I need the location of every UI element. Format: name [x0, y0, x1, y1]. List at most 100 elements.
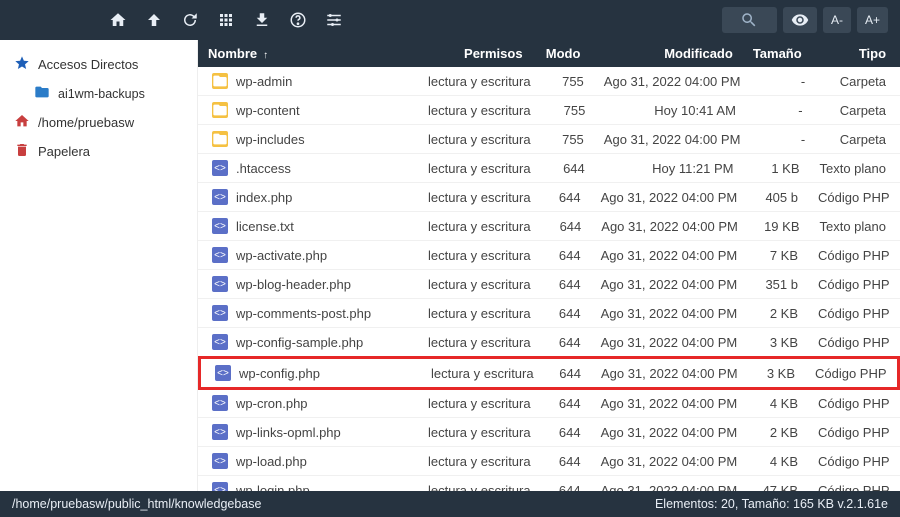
download-button[interactable] — [246, 4, 278, 36]
table-row[interactable]: <>wp-comments-post.phplectura y escritur… — [198, 299, 900, 328]
sidebar-item-1[interactable]: ai1wm-backups — [0, 79, 197, 108]
header-modified[interactable]: Modificado — [590, 40, 742, 67]
settings-button[interactable] — [318, 4, 350, 36]
file-size: 4 KB — [747, 390, 808, 417]
file-size: 7 KB — [747, 242, 808, 269]
file-size: 4 KB — [747, 448, 808, 475]
table-row[interactable]: <>wp-config.phplectura y escritura644Ago… — [198, 356, 900, 390]
file-mode: 755 — [538, 126, 594, 153]
folder-icon — [212, 73, 228, 89]
header-type[interactable]: Tipo — [812, 40, 900, 67]
file-mode: 644 — [538, 448, 591, 475]
sidebar-item-label: Accesos Directos — [38, 57, 138, 72]
file-perm: lectura y escritura — [418, 242, 538, 269]
file-type: Código PHP — [805, 360, 897, 387]
file-perm: lectura y escritura — [418, 390, 538, 417]
php-file-icon: <> — [212, 424, 228, 440]
file-mode: 644 — [541, 360, 591, 387]
file-listing: Nombre↑ Permisos Modo Modificado Tamaño … — [198, 40, 900, 491]
table-row[interactable]: wp-contentlectura y escritura755Hoy 10:4… — [198, 96, 900, 125]
file-mode: 755 — [538, 68, 594, 95]
home-button[interactable] — [102, 4, 134, 36]
table-row[interactable]: <>wp-login.phplectura y escritura644Ago … — [198, 476, 900, 491]
table-row[interactable]: <>index.phplectura y escritura644Ago 31,… — [198, 183, 900, 212]
file-perm: lectura y escritura — [418, 97, 538, 124]
sidebar-item-2[interactable]: /home/pruebasw — [0, 108, 197, 137]
star-icon — [14, 55, 30, 74]
file-type: Código PHP — [808, 390, 900, 417]
file-type: Carpeta — [815, 126, 900, 153]
status-info: Elementos: 20, Tamaño: 165 KB v.2.1.61e — [655, 497, 888, 511]
reload-button[interactable] — [174, 4, 206, 36]
file-name: wp-config.php — [239, 366, 320, 381]
php-file-icon: <> — [212, 334, 228, 350]
file-type: Código PHP — [808, 329, 900, 356]
file-size: 47 KB — [747, 477, 808, 492]
file-size: - — [750, 126, 815, 153]
toolbar: A- A+ — [0, 0, 900, 40]
sidebar-item-label: Papelera — [38, 144, 90, 159]
file-type: Código PHP — [808, 242, 900, 269]
file-modified: Hoy 11:21 PM — [595, 155, 744, 182]
table-row[interactable]: <>license.txtlectura y escritura644Ago 3… — [198, 212, 900, 241]
php-file-icon: <> — [212, 247, 228, 263]
search-input[interactable] — [722, 7, 777, 33]
file-perm: lectura y escritura — [418, 126, 538, 153]
home-icon — [14, 113, 30, 132]
sidebar-item-label: /home/pruebasw — [38, 115, 134, 130]
up-button[interactable] — [138, 4, 170, 36]
file-name: .htaccess — [236, 161, 291, 176]
file-modified: Ago 31, 2022 04:00 PM — [591, 184, 748, 211]
file-name: wp-load.php — [236, 454, 307, 469]
table-row[interactable]: <>wp-blog-header.phplectura y escritura6… — [198, 270, 900, 299]
file-size: 2 KB — [747, 419, 808, 446]
sidebar-item-0[interactable]: Accesos Directos — [0, 50, 197, 79]
file-modified: Ago 31, 2022 04:00 PM — [591, 390, 748, 417]
file-name: wp-blog-header.php — [236, 277, 351, 292]
header-mode[interactable]: Modo — [533, 40, 591, 67]
file-modified: Ago 31, 2022 04:00 PM — [591, 329, 748, 356]
table-row[interactable]: <>wp-links-opml.phplectura y escritura64… — [198, 418, 900, 447]
file-type: Código PHP — [808, 300, 900, 327]
file-name: wp-admin — [236, 74, 292, 89]
file-size: 3 KB — [747, 329, 808, 356]
sidebar-item-label: ai1wm-backups — [58, 87, 145, 101]
file-type: Código PHP — [808, 184, 900, 211]
table-row[interactable]: <>.htaccesslectura y escritura644Hoy 11:… — [198, 154, 900, 183]
file-perm: lectura y escritura — [418, 419, 538, 446]
grid-view-button[interactable] — [210, 4, 242, 36]
file-modified: Hoy 10:41 AM — [595, 97, 746, 124]
php-file-icon: <> — [212, 276, 228, 292]
file-mode: 644 — [538, 300, 591, 327]
file-name: wp-links-opml.php — [236, 425, 341, 440]
header-name[interactable]: Nombre↑ — [198, 40, 418, 67]
file-type: Texto plano — [810, 155, 900, 182]
file-name: wp-activate.php — [236, 248, 327, 263]
font-decrease-button[interactable]: A- — [823, 7, 851, 33]
font-increase-button[interactable]: A+ — [857, 7, 888, 33]
table-row[interactable]: wp-includeslectura y escritura755Ago 31,… — [198, 125, 900, 154]
table-row[interactable]: <>wp-load.phplectura y escritura644Ago 3… — [198, 447, 900, 476]
file-name: wp-cron.php — [236, 396, 308, 411]
sidebar-item-3[interactable]: Papelera — [0, 137, 197, 166]
file-name: index.php — [236, 190, 292, 205]
visibility-toggle[interactable] — [783, 7, 817, 33]
folder-icon — [212, 131, 228, 147]
file-perm: lectura y escritura — [418, 329, 538, 356]
header-perm[interactable]: Permisos — [418, 40, 533, 67]
file-name: wp-includes — [236, 132, 305, 147]
help-button[interactable] — [282, 4, 314, 36]
file-modified: Ago 31, 2022 04:00 PM — [591, 271, 748, 298]
file-size: 351 b — [747, 271, 808, 298]
file-modified: Ago 31, 2022 04:00 PM — [591, 419, 748, 446]
file-name: wp-login.php — [236, 483, 310, 492]
file-type: Carpeta — [813, 97, 900, 124]
file-mode: 644 — [538, 271, 591, 298]
header-size[interactable]: Tamaño — [743, 40, 812, 67]
table-row[interactable]: <>wp-cron.phplectura y escritura644Ago 3… — [198, 389, 900, 418]
table-row[interactable]: <>wp-activate.phplectura y escritura644A… — [198, 241, 900, 270]
table-row[interactable]: wp-adminlectura y escritura755Ago 31, 20… — [198, 67, 900, 96]
table-row[interactable]: <>wp-config-sample.phplectura y escritur… — [198, 328, 900, 357]
file-mode: 644 — [538, 390, 591, 417]
sort-indicator-icon: ↑ — [263, 50, 268, 61]
